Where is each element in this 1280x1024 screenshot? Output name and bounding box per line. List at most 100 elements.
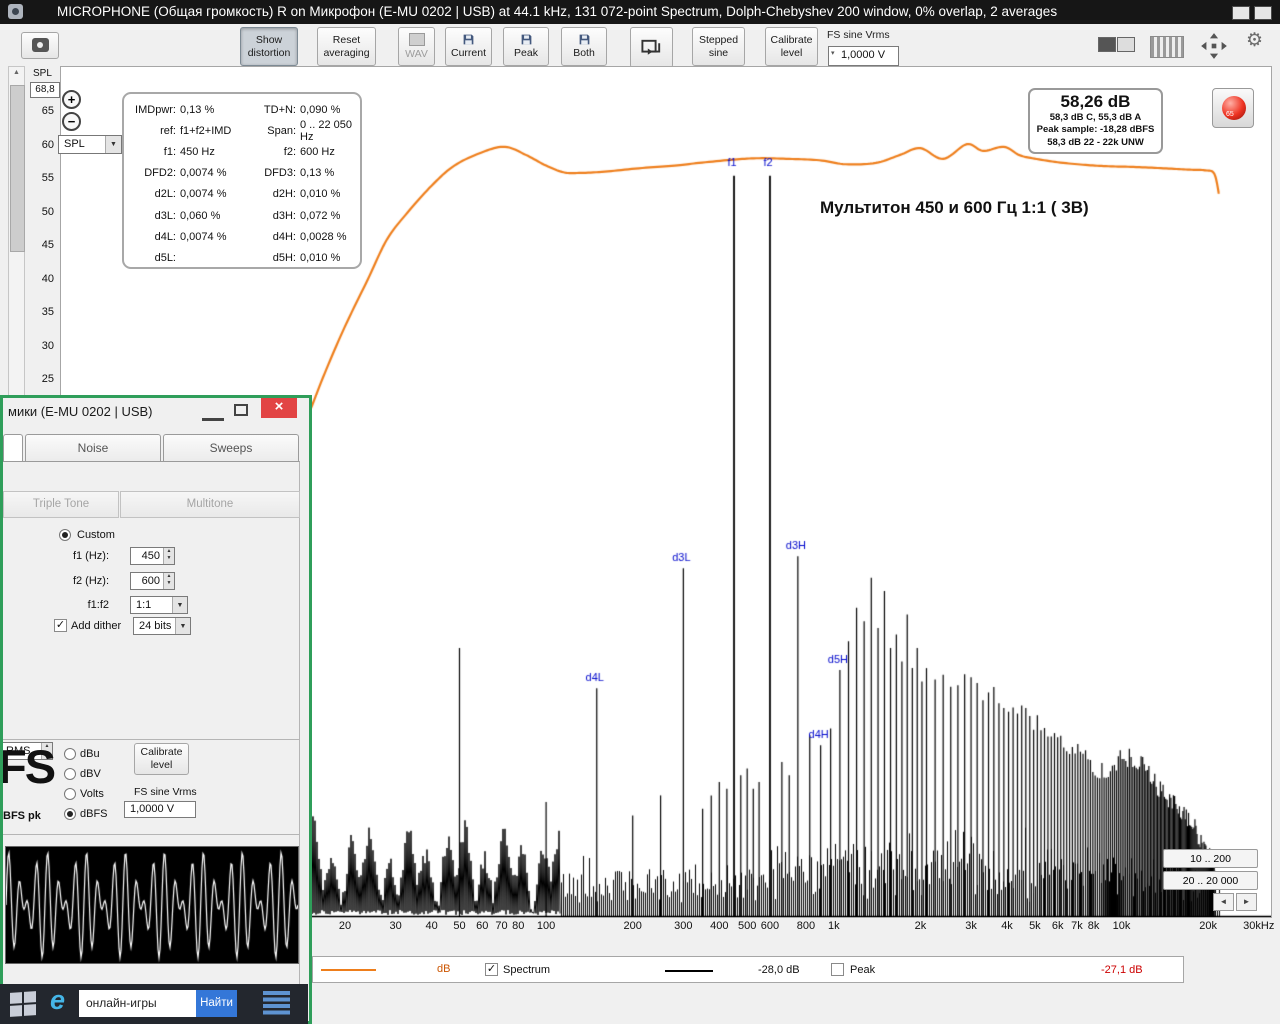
info-label: Span: [267,124,296,137]
x-tick-label: 800 [796,920,816,932]
range-20-20000-button[interactable]: 20 .. 20 000 [1163,871,1258,890]
save-both-button[interactable]: Both [561,27,607,66]
level-main-value: 58,26 dB [1060,92,1131,111]
pattern-icon[interactable] [1150,36,1184,58]
info-label: d3L: [154,209,176,222]
gear-icon[interactable]: ⚙ [1246,29,1263,52]
unit-radio-volts[interactable] [64,788,76,800]
show-distortion-button[interactable]: Show distortion [240,27,298,66]
peak-checkbox[interactable] [831,963,844,976]
x-tick-label: 10k [1112,920,1131,932]
subtab-triple-tone[interactable]: Triple Tone [3,491,119,518]
f1-input[interactable]: 450 ▲ ▼ [130,547,175,565]
info-label: d2L: [154,188,176,201]
spectrum-checkbox[interactable] [485,963,498,976]
info-value: 0,090 % [300,103,341,116]
stepped-sine-button[interactable]: Stepped sine [692,27,745,66]
waveform-panel [5,846,299,964]
close-icon[interactable]: × [261,398,297,418]
scrollbar-thumb[interactable] [10,85,25,252]
x-tick-label: 80 [512,920,525,932]
ratio-dropdown[interactable]: 1:1 ▼ [130,596,188,614]
loop-icon [640,39,660,55]
x-tick-label: 50 [453,920,466,932]
y-tick-label: 60 [41,138,54,151]
displays-icon[interactable] [1098,37,1138,55]
zoom-out-button[interactable]: − [62,112,81,131]
tab-noise[interactable]: Noise [25,434,161,462]
record-button[interactable]: 65 [1212,88,1254,128]
titlebar-button-1[interactable] [1232,6,1250,20]
zoom-in-button[interactable]: + [62,90,81,109]
black-spectrum-swatch [665,970,713,972]
y-tick-label: 65 [41,105,54,117]
minimize-icon[interactable] [202,406,224,421]
playlist-icon[interactable] [263,991,290,1017]
info-value: 0,13 % [180,103,215,116]
tab-selected-sliver[interactable] [3,434,23,462]
loop-button[interactable] [630,27,673,68]
titlebar-button-2[interactable] [1254,6,1272,20]
spinner-arrows-icon[interactable]: ▲ ▼ [163,573,174,589]
info-value: f1+f2+IMD [180,124,232,137]
custom-label: Custom [77,529,115,541]
wav-button[interactable]: WAV [398,27,435,66]
info-label: f2: [283,145,296,158]
spinner-arrows-icon[interactable]: ▲ ▼ [163,548,174,564]
start-button[interactable] [10,991,36,1017]
f2-input[interactable]: 600 ▲ ▼ [130,572,175,590]
range-10-200-button[interactable]: 10 .. 200 [1163,849,1258,868]
spectrum-label: Spectrum [503,964,551,976]
unit-radio-dbfs[interactable] [64,808,76,820]
custom-radio[interactable] [59,529,71,541]
add-dither-checkbox[interactable] [54,619,67,632]
info-label: DFD3: [264,167,296,180]
generator-calibrate-button[interactable]: Calibrate level [134,743,189,775]
axis-mode-value: SPL [64,138,85,150]
save-peak-button[interactable]: Peak [503,27,549,66]
unit-dbu-label: dBu [80,748,100,760]
chevron-down-icon: ▼ [172,597,187,613]
info-label: TD+N: [263,103,296,116]
taskbar-search-button[interactable]: Найти [196,990,237,1017]
axis-mode-dropdown[interactable]: SPL ▼ [58,135,122,154]
level-weighted-values: 58,3 dB C, 55,3 dB A [1049,112,1142,123]
info-row: d2L: 0,0074 % d2H: 0,010 % [124,184,360,205]
info-value: 0,0028 % [300,230,347,243]
x-tick-label: 400 [710,920,729,932]
save-current-button[interactable]: Current [445,27,492,66]
subtab-multitone[interactable]: Multitone [120,491,300,518]
info-label: d5H: [272,251,296,264]
x-tick-label: 300 [674,920,693,932]
record-value: 65 [1226,111,1234,118]
generator-window: мики (E-MU 0202 | USB) × Noise Sweeps Tr… [0,395,312,1024]
generator-fs-sine-input[interactable]: 1,0000 V [124,801,196,818]
main-window-titlebar: MICROPHONE (Общая громкость) R on Микроф… [0,0,1280,24]
internet-explorer-icon[interactable]: e [50,985,65,1016]
unit-radio-dbu[interactable] [64,748,76,760]
app-icon [8,4,23,19]
unit-radio-dbv[interactable] [64,768,76,780]
info-label: IMDpwr: [135,103,176,116]
info-value: 0,0074 % [180,230,227,243]
dither-bits-dropdown[interactable]: 24 bits ▼ [133,617,191,635]
save-icon [579,34,589,45]
scroll-up-icon[interactable]: ▲ [9,69,24,76]
taskbar: e онлайн-игры Найти [0,984,308,1024]
move-icon[interactable] [1199,32,1229,60]
maximize-icon[interactable] [234,404,248,416]
dither-bits-value: 24 bits [139,620,172,632]
taskbar-search-input[interactable]: онлайн-игры [79,990,203,1017]
tab-sweeps[interactable]: Sweeps [163,434,299,462]
calibrate-level-button[interactable]: Calibrate level [765,27,818,66]
big-unit-label: FS [0,740,56,793]
info-row: d4L: 0,0074 % d4H: 0,0028 % [124,226,360,247]
save-current-label: Current [450,47,486,60]
fs-sine-vrms-input[interactable]: ▾ 1,0000 V [828,46,899,66]
level-band-value: 58,3 dB 22 - 22k UNW [1047,136,1144,148]
scroll-right-button[interactable]: ► [1236,893,1257,911]
x-tick-label: 40 [425,920,438,932]
scroll-left-button[interactable]: ◄ [1213,893,1234,911]
x-tick-label: 200 [623,920,642,932]
reset-averaging-button[interactable]: Reset averaging [317,27,376,66]
